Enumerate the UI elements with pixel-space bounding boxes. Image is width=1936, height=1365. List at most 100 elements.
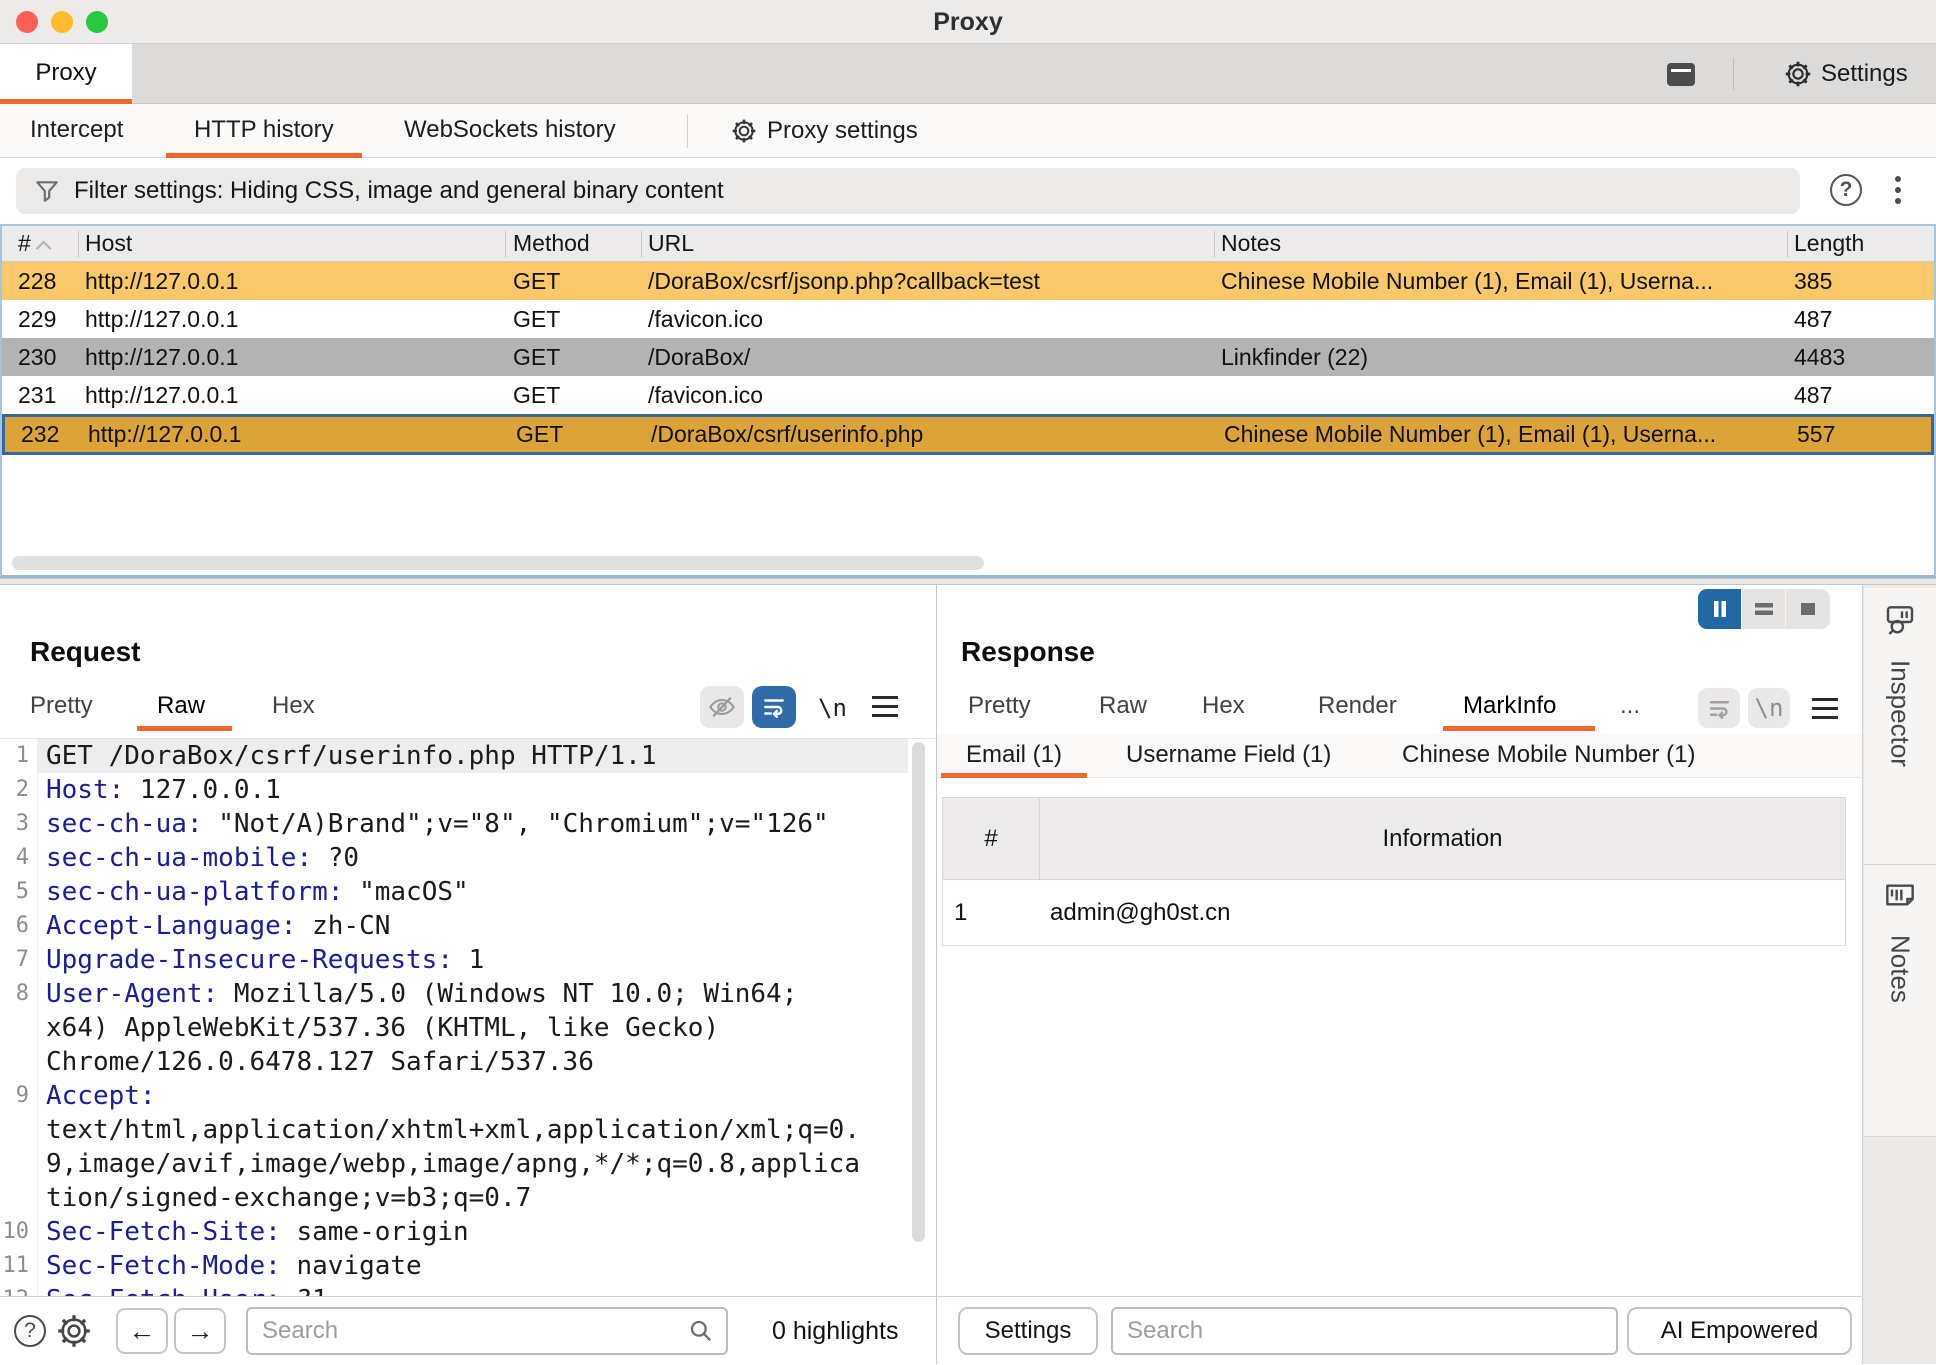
history-cell: http://127.0.0.1	[88, 417, 508, 452]
history-cell: 385	[1794, 262, 1929, 300]
response-tab-markinfo[interactable]: MarkInfo	[1463, 692, 1556, 720]
request-tab-pretty[interactable]: Pretty	[30, 692, 93, 720]
markinfo-row[interactable]: 1admin@gh0st.cn	[943, 880, 1845, 946]
request-line: 3sec-ch-ua: "Not/A)Brand";v="8", "Chromi…	[0, 807, 908, 841]
request-editor[interactable]: 1GET /DoraBox/csrf/userinfo.php HTTP/1.1…	[0, 738, 936, 1296]
queue-rows-button[interactable]	[1742, 589, 1786, 629]
line-number	[0, 1181, 38, 1215]
request-line: 5sec-ch-ua-platform: "macOS"	[0, 875, 908, 909]
panel-split-divider[interactable]	[0, 578, 1936, 585]
response-word-wrap-toggle-icon[interactable]	[1698, 688, 1740, 728]
line-number: 11	[0, 1249, 38, 1283]
request-tab-hex[interactable]: Hex	[272, 692, 315, 720]
markinfo-column-number: #	[943, 798, 1040, 879]
subtab-http-history[interactable]: HTTP history	[194, 104, 334, 158]
history-row-229[interactable]: 229http://127.0.0.1GET/favicon.ico487	[2, 300, 1934, 338]
subtab-websockets-history[interactable]: WebSockets history	[404, 104, 616, 158]
response-tab-pretty[interactable]: Pretty	[968, 692, 1031, 720]
newline-toggle[interactable]: \n	[818, 694, 847, 722]
filter-row: Filter settings: Hiding CSS, image and g…	[0, 158, 1936, 224]
stop-button[interactable]	[1786, 589, 1830, 629]
request-search-box[interactable]	[246, 1307, 728, 1355]
column-header-notes[interactable]: Notes	[1221, 226, 1281, 262]
markinfo-subtab-username[interactable]: Username Field (1)	[1126, 734, 1331, 778]
line-text: Sec-Fetch-Site: same-origin	[38, 1215, 908, 1249]
filter-more-menu-icon[interactable]	[1894, 176, 1902, 206]
request-response-divider[interactable]	[936, 585, 937, 1364]
response-tab-raw[interactable]: Raw	[1099, 692, 1147, 720]
history-cell: http://127.0.0.1	[85, 300, 505, 338]
line-text: Accept:	[38, 1079, 908, 1113]
filter-help-icon[interactable]: ?	[1830, 174, 1862, 206]
history-row-232[interactable]: 232http://127.0.0.1GET/DoraBox/csrf/user…	[2, 414, 1934, 455]
subtab-proxy-settings[interactable]: Proxy settings	[731, 104, 918, 158]
line-text: 9,image/avif,image/webp,image/apng,*/*;q…	[38, 1147, 908, 1181]
history-cell: 4483	[1794, 338, 1929, 376]
filter-settings-label: Filter settings: Hiding CSS, image and g…	[74, 177, 724, 205]
response-newline-toggle[interactable]: \n	[1748, 688, 1790, 728]
window-title: Proxy	[0, 0, 1936, 44]
request-line: 12Sec-Fetch-User: ?1	[0, 1283, 908, 1296]
response-tab-more[interactable]: ...	[1620, 692, 1640, 720]
gear-icon[interactable]	[56, 1313, 92, 1349]
filter-settings-bar[interactable]: Filter settings: Hiding CSS, image and g…	[16, 168, 1800, 214]
request-search-input[interactable]	[262, 1317, 688, 1345]
history-cell: http://127.0.0.1	[85, 262, 505, 300]
tab-proxy[interactable]: Proxy	[0, 44, 132, 104]
back-button[interactable]: ←	[116, 1308, 168, 1354]
response-menu-icon[interactable]	[1812, 692, 1838, 730]
response-search-input[interactable]	[1127, 1317, 1604, 1345]
response-panel-title: Response	[961, 636, 1095, 668]
response-tab-render[interactable]: Render	[1318, 692, 1397, 720]
history-row-231[interactable]: 231http://127.0.0.1GET/favicon.ico487	[2, 376, 1934, 414]
request-tab-raw[interactable]: Raw	[157, 692, 205, 720]
history-cell: /DoraBox/	[648, 338, 1213, 376]
column-header-number[interactable]: #	[18, 226, 52, 262]
markinfo-subtab-mobile[interactable]: Chinese Mobile Number (1)	[1402, 734, 1695, 778]
hide-highlights-eye-icon[interactable]	[700, 686, 744, 728]
line-number: 7	[0, 943, 38, 977]
markinfo-subtab-bar	[937, 734, 1862, 778]
markinfo-subtab-email[interactable]: Email (1)	[966, 734, 1062, 778]
history-row-228[interactable]: 228http://127.0.0.1GET/DoraBox/csrf/json…	[2, 262, 1934, 300]
subtab-separator	[687, 114, 688, 148]
column-header-url[interactable]: URL	[648, 226, 694, 262]
word-wrap-toggle-icon[interactable]	[752, 686, 796, 728]
intercept-control-group	[1698, 589, 1830, 629]
request-editor-scrollbar[interactable]	[912, 742, 925, 1242]
markinfo-rows: 1admin@gh0st.cn	[943, 880, 1845, 946]
subtab-websockets-history-label: WebSockets history	[404, 116, 616, 143]
request-line: 11Sec-Fetch-Mode: navigate	[0, 1249, 908, 1283]
request-line: x64) AppleWebKit/537.36 (KHTML, like Gec…	[0, 1011, 908, 1045]
request-line: 1GET /DoraBox/csrf/userinfo.php HTTP/1.1	[0, 739, 908, 773]
history-cell: /favicon.ico	[648, 376, 1213, 414]
markinfo-settings-button[interactable]: Settings	[958, 1307, 1098, 1355]
pause-button[interactable]	[1698, 589, 1742, 629]
settings-button[interactable]: Settings	[1784, 58, 1908, 90]
history-table-header: # Host Method URL Notes Length	[2, 226, 1934, 262]
layout-toggle-icon[interactable]	[1666, 62, 1696, 87]
history-cell: Chinese Mobile Number (1), Email (1), Us…	[1224, 417, 1789, 452]
line-number: 2	[0, 773, 38, 807]
forward-button[interactable]: →	[174, 1308, 226, 1354]
request-line: 9Accept:	[0, 1079, 908, 1113]
response-search-box[interactable]	[1111, 1307, 1618, 1355]
ai-empowered-button[interactable]: AI Empowered	[1627, 1307, 1852, 1355]
column-header-host[interactable]: Host	[85, 226, 132, 262]
sidebar-tab-notes[interactable]: Notes	[1864, 865, 1936, 1137]
history-cell: /DoraBox/csrf/jsonp.php?callback=test	[648, 262, 1213, 300]
response-tab-hex[interactable]: Hex	[1202, 692, 1245, 720]
gear-icon	[731, 118, 757, 144]
column-header-method[interactable]: Method	[513, 226, 590, 262]
sidebar-tab-inspector[interactable]: Inspector	[1864, 588, 1936, 865]
history-rows: 228http://127.0.0.1GET/DoraBox/csrf/json…	[2, 262, 1934, 455]
column-header-length[interactable]: Length	[1794, 226, 1864, 262]
response-toolbar: Settings AI Empowered	[937, 1296, 1862, 1364]
history-horizontal-scrollbar[interactable]	[12, 556, 984, 570]
help-icon[interactable]: ?	[14, 1315, 46, 1347]
history-row-230[interactable]: 230http://127.0.0.1GET/DoraBox/Linkfinde…	[2, 338, 1934, 376]
line-number: 6	[0, 909, 38, 943]
subtab-intercept[interactable]: Intercept	[30, 104, 123, 158]
request-menu-icon[interactable]	[872, 690, 898, 728]
sidebar-notes-label: Notes	[1885, 935, 1916, 1003]
